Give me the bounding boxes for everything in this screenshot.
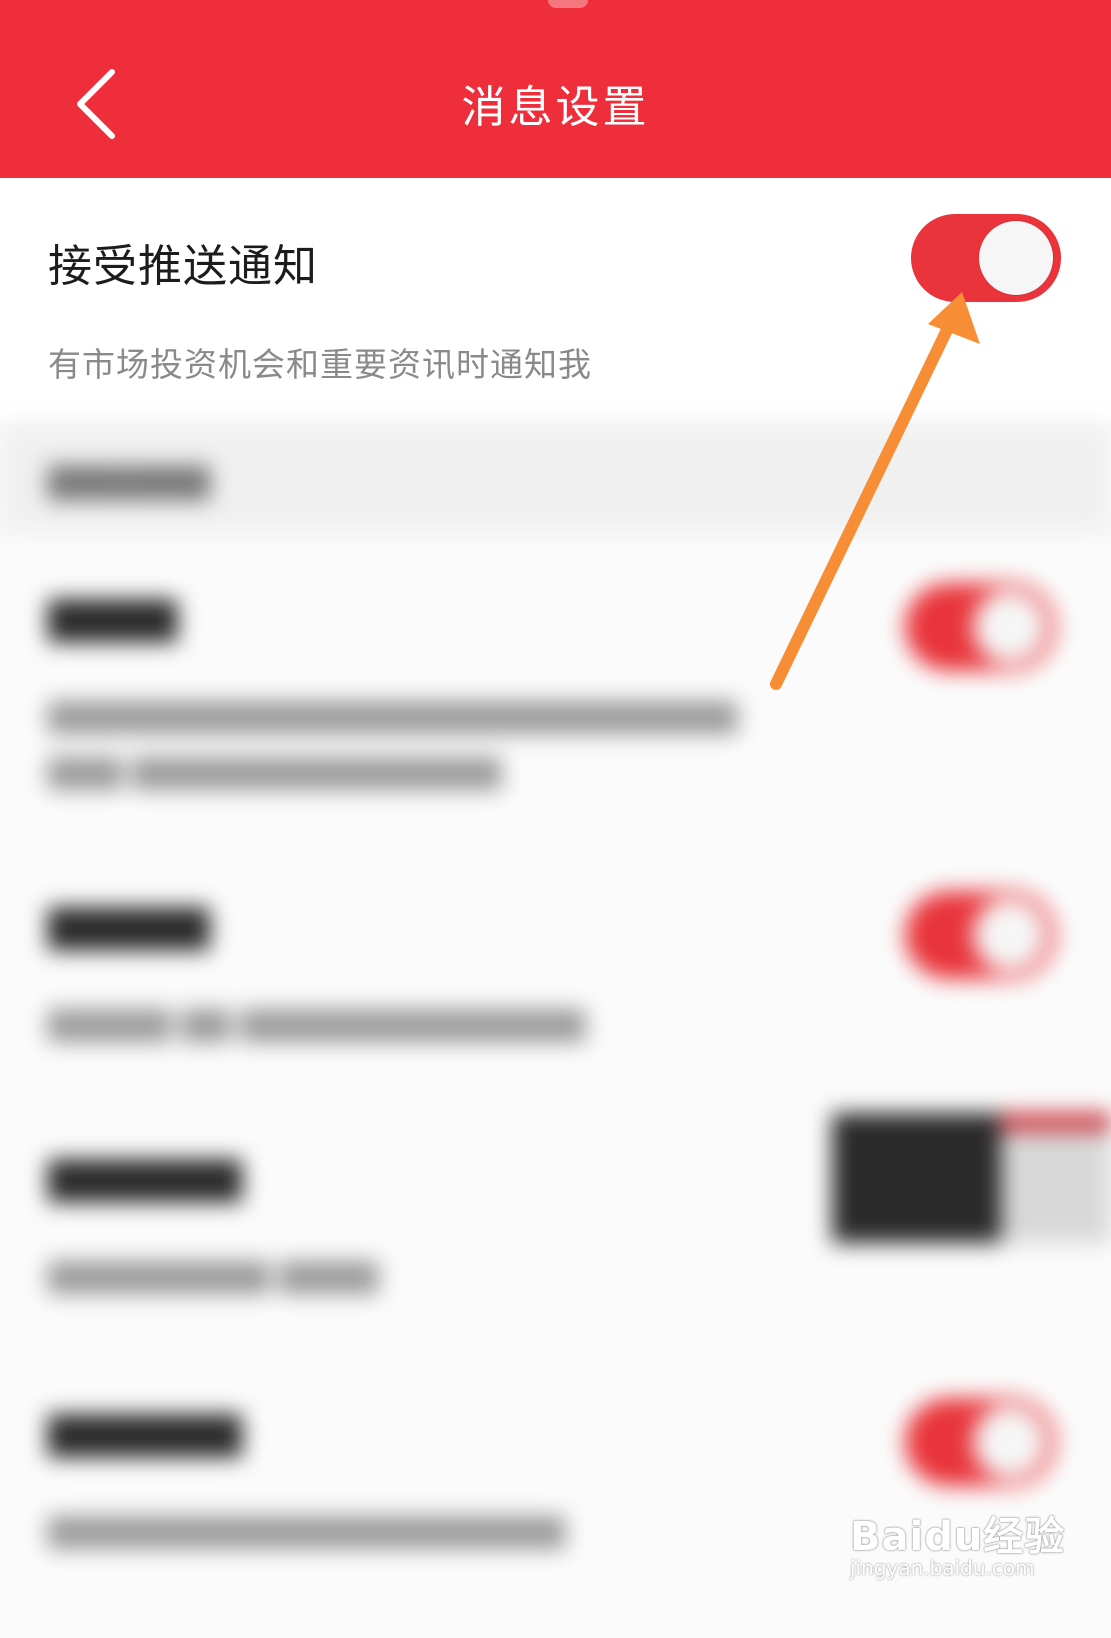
setting-toggle[interactable] bbox=[905, 891, 1055, 979]
setting-desc-placeholder: ▇▇▇▇▇▇▇▇▇ ▇▇▇▇ bbox=[48, 1256, 379, 1294]
setting-row: ▇▇▇▇ ▇▇▇▇▇▇▇▇▇▇▇▇▇▇▇▇▇▇▇▇▇▇▇▇▇▇▇▇ ▇▇▇ ▇▇▇… bbox=[0, 563, 1111, 823]
push-setting-title: 接受推送通知 bbox=[48, 241, 318, 292]
push-notification-toggle[interactable] bbox=[911, 214, 1061, 302]
group-header-placeholder: ▇▇▇▇▇▇ bbox=[48, 461, 211, 501]
setting-toggle[interactable] bbox=[905, 1398, 1055, 1486]
toggle-knob bbox=[973, 1405, 1047, 1479]
baidu-watermark: Baidu经验 jingyan.baidu.com bbox=[850, 1490, 1090, 1590]
setting-title-placeholder: ▇▇▇▇ bbox=[48, 593, 178, 642]
setting-row: ▇▇▇▇▇▇ ▇▇▇▇▇▇▇▇▇ ▇▇▇▇ bbox=[0, 1123, 1111, 1383]
setting-desc-placeholder: ▇▇▇▇▇ ▇▇ ▇▇▇▇▇▇▇▇▇▇▇▇▇▇ bbox=[48, 1004, 586, 1042]
status-notch bbox=[548, 0, 588, 8]
setting-row: ▇▇▇▇▇ ▇▇▇▇▇ ▇▇ ▇▇▇▇▇▇▇▇▇▇▇▇▇▇ bbox=[0, 871, 1111, 1131]
toggle-knob bbox=[973, 590, 1047, 664]
page-title: 消息设置 bbox=[461, 82, 650, 133]
setting-title-placeholder: ▇▇▇▇▇ bbox=[48, 901, 210, 950]
push-setting-description: 有市场投资机会和重要资讯时通知我 bbox=[48, 345, 592, 384]
toggle-knob bbox=[979, 221, 1053, 295]
setting-desc-placeholder: ▇▇▇▇▇▇▇▇▇▇▇▇▇▇▇▇▇▇▇▇▇▇▇▇▇▇▇▇ ▇▇▇ ▇▇▇▇▇▇▇▇… bbox=[48, 696, 738, 790]
setting-title-placeholder: ▇▇▇▇▇▇ bbox=[48, 1408, 242, 1457]
group-header: ▇▇▇▇▇▇ bbox=[0, 423, 1111, 533]
setting-toggle[interactable] bbox=[905, 583, 1055, 671]
blurred-settings-region: ▇▇▇▇▇▇ ▇▇▇▇ ▇▇▇▇▇▇▇▇▇▇▇▇▇▇▇▇▇▇▇▇▇▇▇▇▇▇▇▇… bbox=[0, 423, 1111, 1600]
push-notification-section: 接受推送通知 有市场投资机会和重要资讯时通知我 bbox=[0, 178, 1111, 423]
setting-title-placeholder: ▇▇▇▇▇▇ bbox=[48, 1153, 242, 1202]
watermark-url: jingyan.baidu.com bbox=[850, 1556, 1035, 1580]
header-bar: 消息设置 bbox=[0, 0, 1111, 178]
toggle-knob bbox=[973, 898, 1047, 972]
watermark-brand: Baidu经验 bbox=[850, 1514, 1066, 1560]
